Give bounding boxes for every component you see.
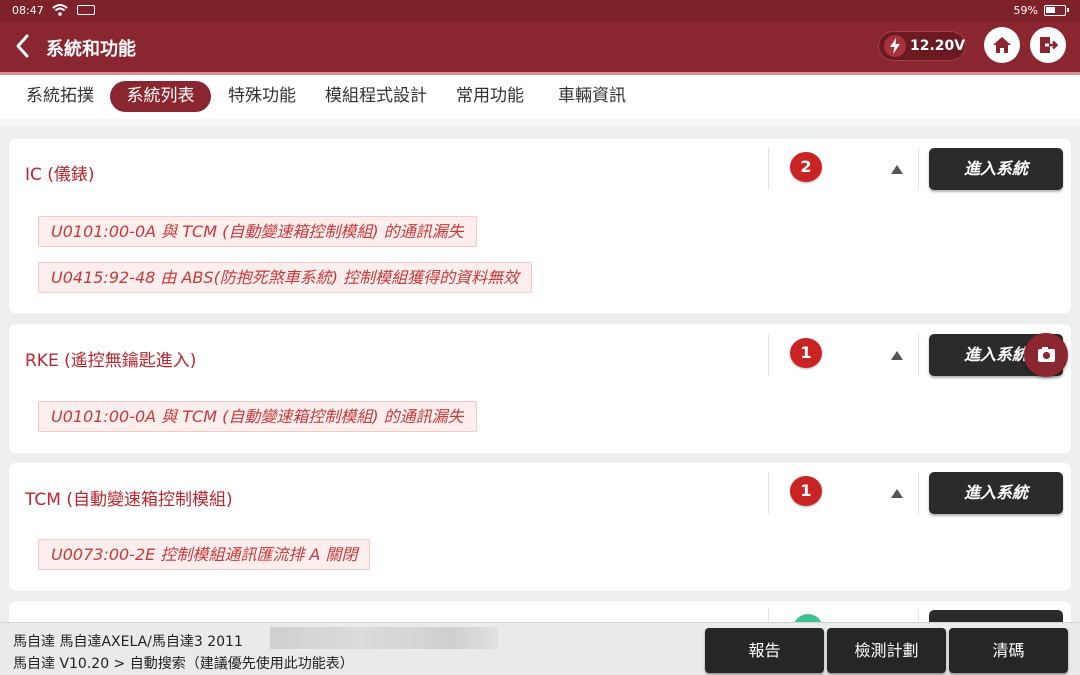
clock: 08:47 [12,4,44,17]
breadcrumb: 馬自達 V10.20 > 自動搜索（建議優先使用此功能表） [13,653,354,673]
enter-system-button[interactable]: 進入系統 [929,148,1063,190]
tab-vehicle-info[interactable]: 車輛資訊 [546,81,638,112]
exit-button[interactable] [1030,27,1066,63]
divider [768,472,769,514]
dtc-item: U0101:00-0A 與 TCM (自動變速箱控制模組) 的通訊漏失 [38,401,477,432]
tab-module-programming[interactable]: 模組程式設計 [312,81,440,112]
battery-percent: 59% [1013,4,1038,17]
divider [768,148,769,190]
system-name: IC (儀錶) [25,165,95,185]
fault-count-badge: 2 [790,152,822,183]
exit-icon [1040,37,1058,53]
collapse-arrow-icon[interactable] [891,351,903,360]
test-plan-button[interactable]: 檢測計劃 [827,628,946,673]
breadcrumb-prefix: 馬自達 V10.20 > [13,656,130,672]
divider [768,334,769,376]
tab-system-list[interactable]: 系統列表 [110,81,211,112]
tab-bar: 系統拓撲 系統列表 特殊功能 模組程式設計 常用功能 車輛資訊 [0,75,1080,119]
battery-icon [1044,5,1069,16]
report-button[interactable]: 報告 [705,628,824,673]
enter-system-button[interactable]: 進入系統 [929,472,1063,514]
breadcrumb-current: 自動搜索（建議優先使用此功能表） [129,656,354,672]
divider [918,334,919,376]
dtc-item: U0415:92-48 由 ABS(防抱死煞車系統) 控制模組獲得的資料無效 [38,262,533,293]
home-button[interactable] [984,27,1020,63]
back-button[interactable] [12,32,34,60]
home-icon [993,37,1011,53]
system-card-rke: RKE (遙控無鑰匙進入) 1 進入系統 U0101:00-0A 與 TCM (… [9,324,1071,453]
voltage-indicator: 12.20V [878,31,966,61]
camera-icon [1038,347,1055,362]
dtc-item: U0101:00-0A 與 TCM (自動變速箱控制模組) 的通訊漏失 [38,216,477,247]
clear-codes-button[interactable]: 清碼 [949,628,1068,673]
collapse-arrow-icon[interactable] [891,489,903,498]
lightning-icon [884,35,906,57]
tab-system-topology[interactable]: 系統拓撲 [14,81,106,112]
title-bar: 系統和功能 12.20V [0,22,1080,72]
tab-common-functions[interactable]: 常用功能 [444,81,536,112]
voltage-value: 12.20V [910,38,966,54]
system-name: TCM (自動變速箱控制模組) [25,490,233,510]
tab-special-functions[interactable]: 特殊功能 [216,81,308,112]
divider [918,472,919,514]
page-title: 系統和功能 [46,39,136,60]
screenshot-button[interactable] [1024,333,1068,377]
list-top-edge [0,119,1080,127]
vci-icon [77,5,95,15]
divider [918,148,919,190]
wifi-icon [52,4,68,16]
collapse-arrow-icon[interactable] [891,165,903,174]
system-card-ic: IC (儀錶) 2 進入系統 U0101:00-0A 與 TCM (自動變速箱控… [9,139,1071,313]
system-name: RKE (遙控無鑰匙進入) [25,351,197,371]
dtc-item: U0073:00-2E 控制模組通訊匯流排 A 關閉 [38,539,371,570]
status-bar: 08:47 59% [0,0,1080,22]
system-card-tcm: TCM (自動變速箱控制模組) 1 進入系統 U0073:00-2E 控制模組通… [9,463,1071,591]
redacted-vin [270,627,498,649]
vehicle-info: 馬自達 馬自達AXELA/馬自達3 2011 [13,634,243,650]
fault-count-badge: 1 [790,338,822,369]
footer-bar: 馬自達 馬自達AXELA/馬自達3 2011 馬自達 V10.20 > 自動搜索… [0,622,1080,675]
fault-count-badge: 1 [790,476,822,507]
